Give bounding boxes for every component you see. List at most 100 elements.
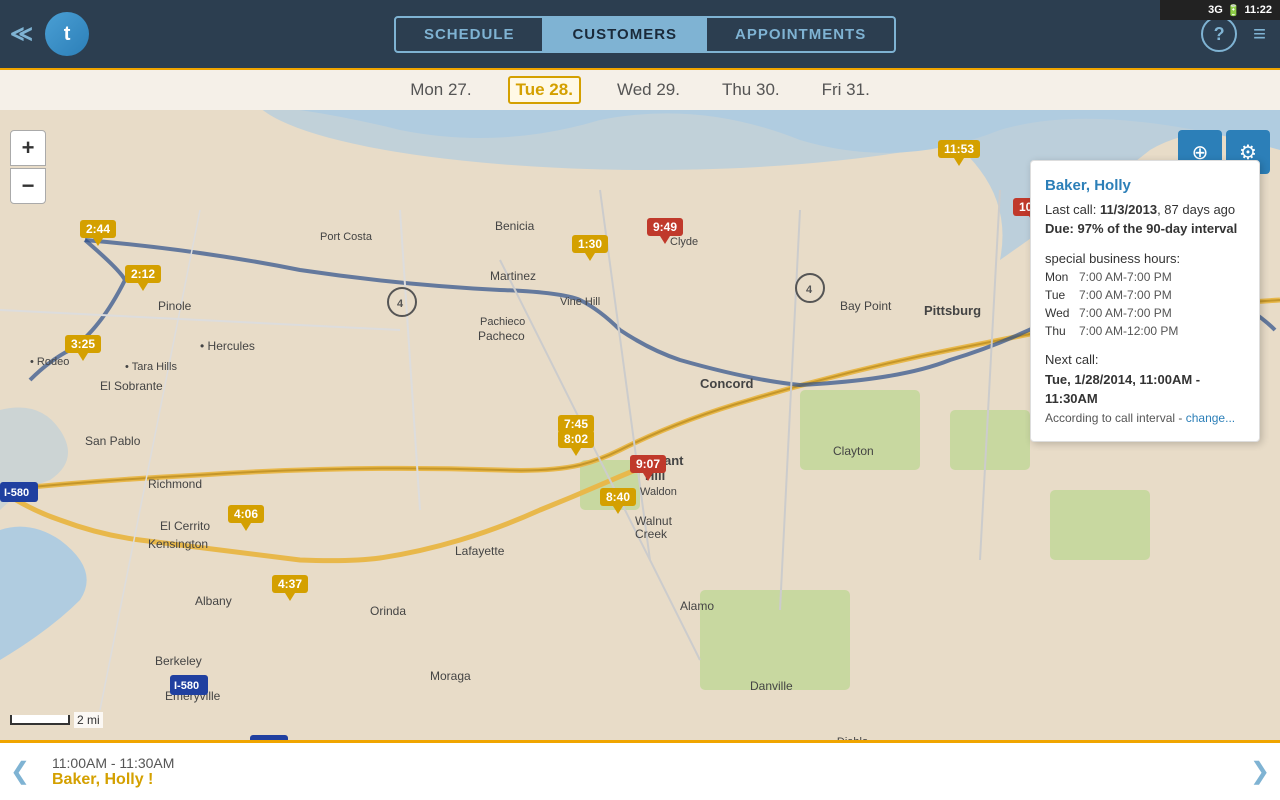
- svg-text:• Tara Hills: • Tara Hills: [125, 361, 177, 373]
- scale-bar: 2 mi: [10, 712, 103, 728]
- popup-next-call-label: Next call:: [1045, 350, 1245, 370]
- appointments-tab[interactable]: APPOINTMENTS: [707, 16, 896, 53]
- map-pin-pin5[interactable]: 1:30: [572, 235, 608, 261]
- svg-text:Clayton: Clayton: [833, 444, 874, 458]
- svg-text:El Sobrante: El Sobrante: [100, 379, 163, 393]
- svg-text:Lafayette: Lafayette: [455, 544, 505, 558]
- svg-text:• Rodeo: • Rodeo: [30, 356, 69, 368]
- back-button[interactable]: ≪: [10, 21, 33, 47]
- svg-text:Pittsburg: Pittsburg: [924, 303, 981, 318]
- pin-label: 8:40: [600, 488, 636, 506]
- svg-text:Port Costa: Port Costa: [320, 231, 373, 243]
- svg-text:Vine Hill: Vine Hill: [560, 296, 600, 308]
- pin-label: 9:49: [647, 218, 683, 236]
- popup-next-call-time: Tue, 1/28/2014, 11:00AM - 11:30AM: [1045, 370, 1245, 409]
- schedule-tab[interactable]: SCHEDULE: [394, 16, 545, 53]
- time-display: 11:22: [1244, 4, 1272, 16]
- pin-tail: [93, 238, 103, 246]
- map-pin-pin12[interactable]: 8:40: [600, 488, 636, 514]
- pin-tail: [78, 353, 88, 361]
- scale-label: 2 mi: [74, 712, 103, 728]
- battery-icon: 🔋: [1227, 4, 1241, 17]
- map-pin-pin4[interactable]: 9:49: [647, 218, 683, 244]
- popup-hours-title: special business hours:: [1045, 249, 1245, 269]
- map-pin-pin14[interactable]: 4:37: [272, 575, 308, 601]
- popup-last-call: Last call: 11/3/2013, 87 days ago: [1045, 200, 1245, 220]
- map-pin-pin11[interactable]: 9:07: [630, 455, 666, 481]
- hours-day: Tue: [1045, 286, 1073, 304]
- map-pin-pin13[interactable]: 4:06: [228, 505, 264, 531]
- pin-tail: [571, 448, 581, 456]
- svg-text:Orinda: Orinda: [370, 604, 406, 618]
- hours-day: Thu: [1045, 322, 1073, 340]
- svg-text:San Pablo: San Pablo: [85, 434, 141, 448]
- pin-label: 4:06: [228, 505, 264, 523]
- svg-text:Richmond: Richmond: [148, 477, 202, 491]
- svg-text:4: 4: [806, 284, 813, 296]
- svg-text:Pachieco: Pachieco: [480, 316, 525, 328]
- svg-text:Waldon: Waldon: [640, 486, 677, 498]
- svg-text:Alamo: Alamo: [680, 599, 714, 613]
- pin-tail: [241, 523, 251, 531]
- svg-text:Concord: Concord: [700, 376, 754, 391]
- hours-row: Mon7:00 AM-7:00 PM: [1045, 268, 1245, 286]
- date-bar: Mon 27. Tue 28. Wed 29. Thu 30. Fri 31.: [0, 70, 1280, 110]
- zoom-in-button[interactable]: +: [10, 130, 46, 166]
- popup-last-call-ago: 87 days ago: [1164, 202, 1235, 217]
- hours-day: Wed: [1045, 304, 1073, 322]
- hours-row: Tue 7:00 AM-7:00 PM: [1045, 286, 1245, 304]
- date-fri31[interactable]: Fri 31.: [816, 78, 876, 102]
- pin-label: 11:53: [938, 140, 980, 158]
- date-mon27[interactable]: Mon 27.: [404, 78, 477, 102]
- map-container[interactable]: Pinole • Hercules El Sobrante San Pablo …: [0, 110, 1280, 740]
- svg-text:4: 4: [397, 298, 404, 310]
- info-popup: Baker, Holly Last call: 11/3/2013, 87 da…: [1030, 160, 1260, 442]
- svg-text:Berkeley: Berkeley: [155, 654, 202, 668]
- pin-tail: [643, 473, 653, 481]
- app-logo[interactable]: t: [45, 12, 89, 56]
- timeline-content: 11:00AM - 11:30AM Baker, Holly !: [40, 749, 1240, 795]
- hours-row: Thu7:00 AM-12:00 PM: [1045, 322, 1245, 340]
- timeline-time: 11:00AM - 11:30AM: [52, 755, 1228, 771]
- scale-line: [10, 715, 70, 725]
- svg-text:Kensington: Kensington: [148, 537, 208, 551]
- timeline-prev-button[interactable]: ❮: [0, 743, 40, 800]
- pin-tail: [285, 593, 295, 601]
- help-button[interactable]: ?: [1201, 16, 1237, 52]
- timeline-customer[interactable]: Baker, Holly !: [52, 771, 1228, 789]
- zoom-out-button[interactable]: −: [10, 168, 46, 204]
- popup-customer-name[interactable]: Baker, Holly: [1045, 175, 1245, 198]
- hours-row: Wed7:00 AM-7:00 PM: [1045, 304, 1245, 322]
- timeline-bar: ❮ 11:00AM - 11:30AM Baker, Holly ! ❯: [0, 740, 1280, 800]
- popup-interval: According to call interval - change...: [1045, 409, 1245, 427]
- map-pin-pin3[interactable]: 3:25: [65, 335, 101, 361]
- hours-time: 7:00 AM-7:00 PM: [1079, 286, 1172, 304]
- pin-label: 9:07: [630, 455, 666, 473]
- popup-change-link[interactable]: change...: [1186, 411, 1235, 425]
- pin-tail: [660, 236, 670, 244]
- pin-tail: [613, 506, 623, 514]
- customers-tab[interactable]: CUSTOMERS: [544, 16, 707, 53]
- pin-label: 2:44: [80, 220, 116, 238]
- map-pin-pin2[interactable]: 2:12: [125, 265, 161, 291]
- map-pin-pin10[interactable]: 8:02: [558, 430, 594, 456]
- svg-text:Pinole: Pinole: [158, 299, 192, 313]
- svg-text:I-580: I-580: [174, 680, 199, 692]
- svg-text:Moraga: Moraga: [430, 669, 471, 683]
- timeline-next-button[interactable]: ❯: [1240, 743, 1280, 800]
- map-pin-pin6[interactable]: 11:53: [938, 140, 980, 166]
- date-thu30[interactable]: Thu 30.: [716, 78, 786, 102]
- top-nav: ≪ t SCHEDULE CUSTOMERS APPOINTMENTS ? ≡: [0, 0, 1280, 70]
- pin-label: 8:02: [558, 430, 594, 448]
- map-pin-pin1[interactable]: 2:44: [80, 220, 116, 246]
- pin-label: 1:30: [572, 235, 608, 253]
- menu-button[interactable]: ≡: [1253, 21, 1266, 47]
- popup-hours: Mon7:00 AM-7:00 PMTue 7:00 AM-7:00 PMWed7…: [1045, 268, 1245, 340]
- svg-text:Martinez: Martinez: [490, 269, 536, 283]
- date-tue28[interactable]: Tue 28.: [508, 76, 581, 104]
- svg-text:• Hercules: • Hercules: [200, 339, 255, 353]
- status-bar: 3G 🔋 11:22: [1160, 0, 1280, 20]
- nav-right: ? ≡: [1201, 16, 1280, 52]
- date-wed29[interactable]: Wed 29.: [611, 78, 686, 102]
- svg-text:I-580: I-580: [4, 487, 29, 499]
